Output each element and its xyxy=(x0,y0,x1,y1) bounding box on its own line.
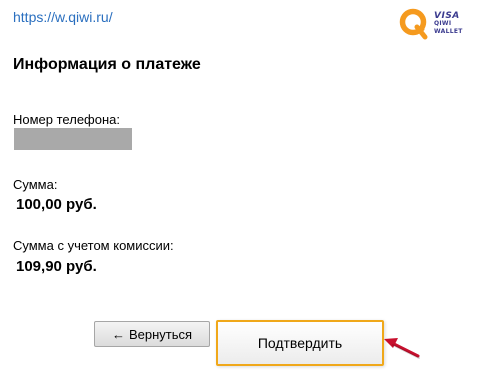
logo-wallet-text: WALLET xyxy=(434,28,463,35)
amount-label: Сумма: xyxy=(13,177,58,192)
logo-qiwi-text: QIWI xyxy=(434,20,452,27)
qiwi-wallet-logo: VISA QIWI WALLET xyxy=(398,5,468,45)
commission-label: Сумма с учетом комиссии: xyxy=(13,238,174,253)
arrow-left-icon: ← xyxy=(111,326,125,342)
back-button-label: Вернуться xyxy=(128,326,193,342)
site-url[interactable]: https://w.qiwi.ru/ xyxy=(13,9,113,25)
logo-visa-text: VISA xyxy=(434,11,460,21)
page-title: Информация о платеже xyxy=(13,56,201,73)
commission-value: 109,90 руб. xyxy=(16,258,97,275)
amount-value: 100,00 руб. xyxy=(16,196,97,213)
logo-wordmark: VISA QIWI WALLET xyxy=(434,12,463,36)
confirm-button[interactable]: Подтвердить xyxy=(216,320,384,366)
phone-label: Номер телефона: xyxy=(13,112,120,127)
qiwi-logo-icon xyxy=(399,8,428,40)
confirm-button-label: Подтвердить xyxy=(257,335,343,351)
back-button[interactable]: ← Вернуться xyxy=(94,321,210,347)
phone-value-redacted xyxy=(14,128,132,150)
annotation-arrow-icon xyxy=(384,338,420,359)
